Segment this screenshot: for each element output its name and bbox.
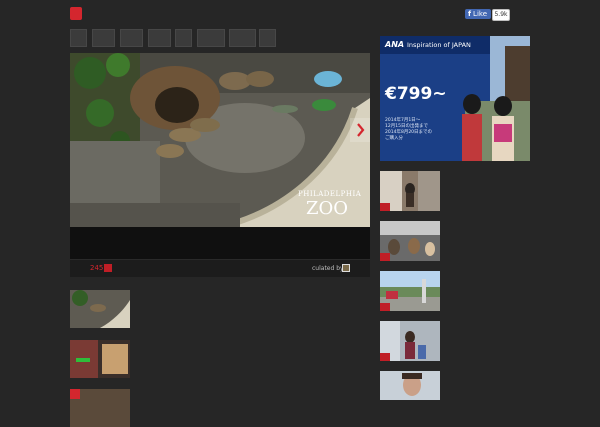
curated-by-label: culated by (312, 265, 344, 272)
list-item-3-thumbnail[interactable] (70, 389, 130, 427)
sidebar-item-4-title[interactable] (445, 322, 533, 362)
facebook-like-button[interactable]: f Like (465, 9, 491, 19)
sidebar-item-5-title[interactable] (445, 372, 533, 400)
ad-brand: ANA (385, 40, 405, 49)
sidebar-item-3-badge (380, 303, 390, 311)
facebook-like-count: 5.9k (492, 9, 510, 21)
nav-item-4[interactable] (148, 29, 171, 47)
list-item-2-thumbnail[interactable] (70, 340, 130, 378)
sidebar-item-3-thumbnail[interactable] (380, 271, 440, 311)
nav-item-2[interactable] (92, 29, 115, 47)
sidebar-item-4-badge (380, 353, 390, 361)
ad-dates-line4: ご購入分 (385, 136, 403, 141)
featured-title[interactable] (90, 237, 360, 255)
carousel-next-button[interactable] (350, 118, 370, 142)
sidebar-item-2-title[interactable] (445, 222, 533, 262)
nav-item-8[interactable] (259, 29, 276, 47)
nav-item-1[interactable] (70, 29, 87, 47)
featured-article[interactable]: PHILADELPHIA ZOO 245 culated by (70, 53, 370, 277)
ad-dates: 2014年7月1日～ 12月15日の出発まで 2014年8月20日までの ご購入… (385, 118, 432, 142)
sidebar-item-1-thumbnail[interactable] (380, 171, 440, 211)
category-badge[interactable] (104, 264, 112, 272)
nav-item-7[interactable] (229, 29, 256, 47)
sidebar-item-1-badge (380, 203, 390, 211)
nav-item-6[interactable] (197, 29, 225, 47)
nav-item-5[interactable] (175, 29, 192, 47)
facebook-like-label: Like (473, 10, 488, 18)
sidebar-item-3-title[interactable] (445, 272, 533, 312)
view-count: 245 (90, 264, 104, 272)
sidebar-item-2-badge (380, 253, 390, 261)
list-item-1-title[interactable] (140, 290, 370, 318)
list-item-1-thumbnail[interactable] (70, 290, 130, 328)
ana-advertisement[interactable]: ANA Inspiration of JAPAN €799~ 2014年7月1日… (380, 36, 530, 161)
zoo-watermark-line1: PHILADELPHIA (298, 190, 362, 198)
ad-price: €799~ (385, 84, 447, 104)
facebook-icon: f (468, 10, 472, 18)
ad-brand-tagline: Inspiration of JAPAN (407, 41, 471, 49)
logo-mark (70, 7, 82, 20)
sidebar-item-5-thumbnail[interactable] (380, 371, 440, 411)
sidebar-item-2-thumbnail[interactable] (380, 221, 440, 261)
chevron-right-icon (357, 123, 365, 137)
list-item-3-title[interactable] (140, 389, 370, 417)
sidebar-item-1-title[interactable] (445, 172, 533, 212)
nav-item-3[interactable] (120, 29, 143, 47)
featured-meta-bar: 245 culated by (70, 259, 370, 277)
sidebar-item-4-thumbnail[interactable] (380, 321, 440, 361)
list-item-2-title[interactable] (140, 338, 370, 366)
site-tagline (118, 8, 238, 20)
zoo-watermark-line2: ZOO (306, 198, 349, 219)
curator-avatar[interactable] (342, 264, 350, 272)
site-logo[interactable] (70, 7, 112, 21)
